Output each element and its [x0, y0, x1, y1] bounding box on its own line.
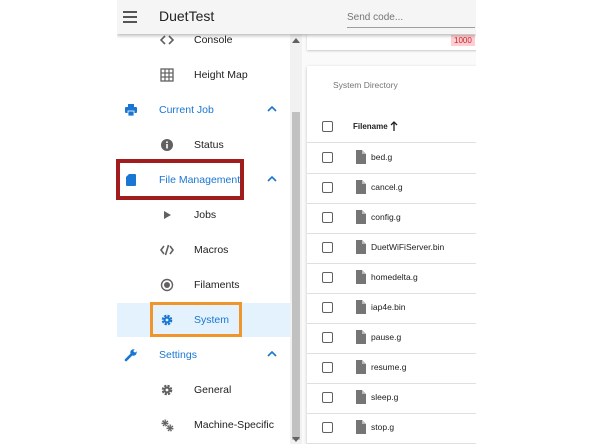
duet-web-control: DuetTest Console Height Map	[117, 0, 476, 444]
status-card: 1000	[307, 34, 476, 50]
file-icon	[356, 210, 366, 224]
row-checkbox[interactable]	[322, 362, 333, 373]
table-row[interactable]: cancel.g	[307, 173, 476, 204]
gear-icon	[161, 384, 173, 396]
printer-icon	[125, 104, 137, 117]
code-slash-icon	[160, 244, 174, 256]
table-row[interactable]: homedelta.g	[307, 263, 476, 294]
system-directory-card: System Directory Filename bed.g cancel.g c…	[307, 66, 476, 444]
file-icon	[356, 300, 366, 314]
sidebar-scrollbar[interactable]	[290, 34, 302, 444]
sidebar-item-label: Status	[194, 139, 224, 151]
table-row[interactable]: pause.g	[307, 323, 476, 354]
app-title: DuetTest	[159, 8, 215, 24]
code-icon	[160, 35, 174, 45]
row-checkbox[interactable]	[322, 302, 333, 313]
file-icon	[356, 330, 366, 344]
sidebar-item-macros[interactable]: Macros	[117, 233, 290, 267]
highlight-system	[150, 302, 242, 337]
table-row[interactable]: iap4e.bin	[307, 293, 476, 324]
select-all-checkbox[interactable]	[322, 121, 333, 132]
row-checkbox[interactable]	[322, 212, 333, 223]
sidebar-item-height-map[interactable]: Height Map	[117, 58, 290, 92]
main-content: 1000 System Directory Filename bed.g canc…	[302, 34, 476, 444]
sidebar-item-label: Machine-Specific	[194, 419, 274, 431]
send-code-input[interactable]	[347, 7, 475, 28]
sidebar-item-console[interactable]: Console	[117, 34, 290, 57]
sidebar-item-label: Jobs	[194, 209, 217, 221]
highlight-file-management	[116, 159, 244, 200]
directory-title: System Directory	[333, 80, 398, 90]
file-icon	[356, 420, 366, 434]
sidebar-item-filaments[interactable]: Filaments	[117, 268, 290, 302]
file-name: pause.g	[371, 332, 402, 342]
chevron-up-icon	[267, 350, 277, 357]
file-name: resume.g	[371, 362, 407, 372]
table-row[interactable]: DuetWiFiServer.bin	[307, 233, 476, 264]
table-row[interactable]: bed.g	[307, 143, 476, 174]
table-header: Filename	[307, 112, 476, 143]
row-checkbox[interactable]	[322, 152, 333, 163]
app-bar: DuetTest	[117, 0, 476, 34]
grid-icon	[160, 68, 174, 82]
sidebar-item-label: Filaments	[194, 279, 240, 291]
sidebar-group-current-job[interactable]: Current Job	[117, 93, 290, 127]
sidebar-item-general[interactable]: General	[117, 373, 290, 407]
value-chip: 1000	[451, 35, 475, 46]
scroll-down-arrow-icon[interactable]	[292, 437, 300, 442]
table-row[interactable]: config.g	[307, 203, 476, 234]
file-name: sleep.g	[371, 392, 399, 402]
sidebar-group-settings[interactable]: Settings	[117, 338, 290, 372]
file-name: DuetWiFiServer.bin	[371, 242, 445, 252]
file-icon	[356, 390, 366, 404]
table-row[interactable]: stop.g	[307, 413, 476, 444]
sidebar-item-status[interactable]: Status	[117, 128, 290, 162]
sidebar-item-machine-specific[interactable]: Machine-Specific	[117, 408, 290, 442]
sidebar-item-label: Current Job	[159, 104, 214, 116]
sidebar: Console Height Map Current Job Status Fi…	[117, 34, 290, 444]
file-name: config.g	[371, 212, 401, 222]
file-name: homedelta.g	[371, 272, 418, 282]
row-checkbox[interactable]	[322, 332, 333, 343]
chevron-up-icon	[267, 175, 277, 182]
scroll-up-arrow-icon[interactable]	[292, 38, 300, 43]
row-checkbox[interactable]	[322, 182, 333, 193]
sort-ascending-icon[interactable]	[390, 120, 398, 132]
sidebar-item-jobs[interactable]: Jobs	[117, 198, 290, 232]
wrench-icon	[124, 349, 137, 362]
table-row[interactable]: sleep.g	[307, 383, 476, 414]
filename-column-header[interactable]: Filename	[353, 122, 388, 131]
file-name: stop.g	[371, 422, 395, 432]
gears-icon	[161, 419, 174, 432]
menu-icon[interactable]	[123, 11, 137, 23]
file-icon	[356, 180, 366, 194]
scroll-thumb[interactable]	[292, 112, 300, 440]
sidebar-item-label: Macros	[194, 244, 229, 256]
sidebar-item-label: General	[194, 384, 232, 396]
radio-icon	[160, 278, 174, 292]
row-checkbox[interactable]	[322, 422, 333, 433]
row-checkbox[interactable]	[322, 392, 333, 403]
chevron-up-icon	[267, 105, 277, 112]
file-name: bed.g	[371, 152, 393, 162]
info-icon	[161, 139, 173, 151]
file-icon	[356, 360, 366, 374]
table-row[interactable]: resume.g	[307, 353, 476, 384]
file-icon	[356, 150, 366, 164]
sidebar-item-label: Console	[194, 34, 233, 46]
file-icon	[356, 270, 366, 284]
row-checkbox[interactable]	[322, 272, 333, 283]
sidebar-item-label: Settings	[159, 349, 197, 361]
file-name: cancel.g	[371, 182, 403, 192]
file-name: iap4e.bin	[371, 302, 406, 312]
row-checkbox[interactable]	[322, 242, 333, 253]
sidebar-item-label: Height Map	[194, 69, 248, 81]
play-icon	[164, 211, 171, 219]
file-icon	[356, 240, 366, 254]
